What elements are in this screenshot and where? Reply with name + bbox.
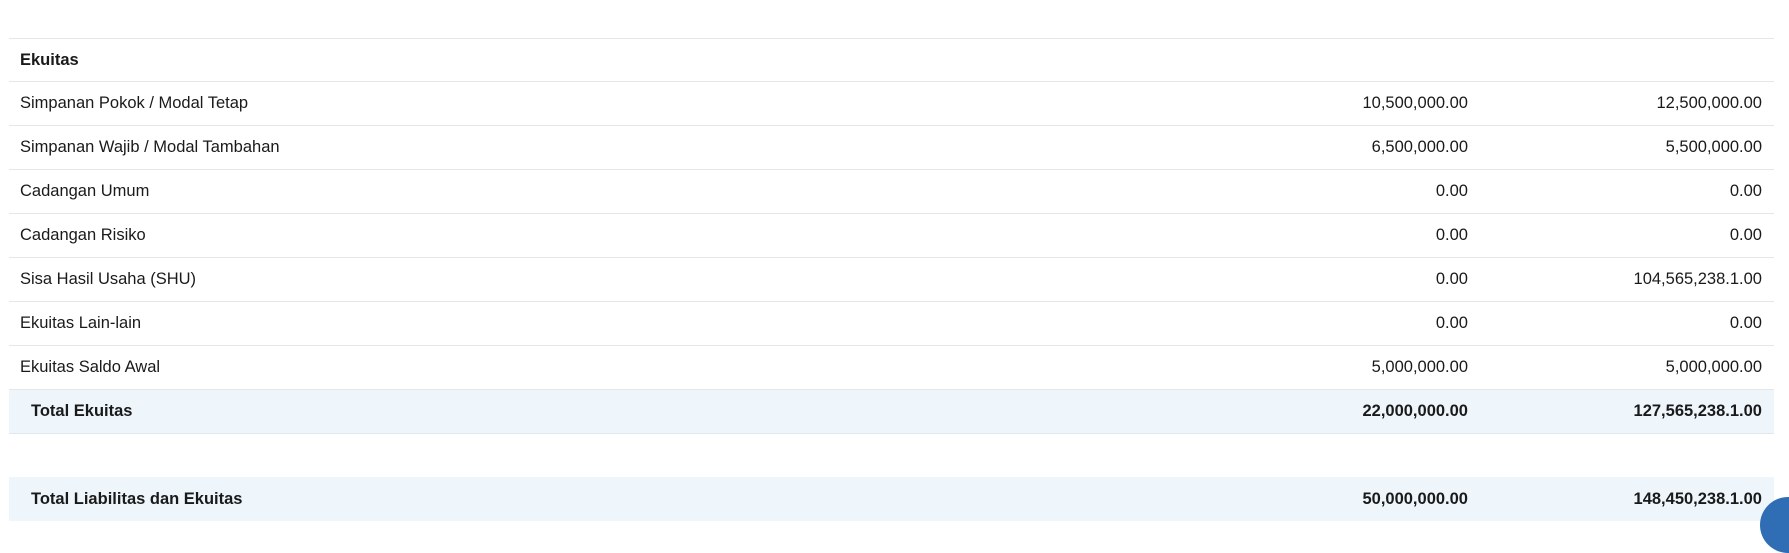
row-label: Sisa Hasil Usaha (SHU) — [20, 270, 197, 288]
row-value-period-a: 0.00 — [1435, 314, 1468, 332]
table-row: Cadangan Risiko 0.00 0.00 — [9, 214, 1774, 258]
table-row: Ekuitas Lain-lain 0.00 0.00 — [9, 302, 1774, 346]
table-row: Simpanan Pokok / Modal Tetap 10,500,000.… — [9, 82, 1774, 126]
row-value-period-a: 0.00 — [1435, 182, 1468, 200]
row-value-period-b: 5,000,000.00 — [1665, 358, 1762, 376]
row-label: Ekuitas Saldo Awal — [20, 358, 161, 376]
total-ekuitas-row: Total Ekuitas 22,000,000.00 127,565,238.… — [9, 390, 1774, 434]
table-row: Ekuitas Saldo Awal 5,000,000.00 5,000,00… — [9, 346, 1774, 390]
row-value-period-b: 0.00 — [1729, 182, 1762, 200]
row-label: Cadangan Umum — [20, 182, 150, 200]
grand-total-label: Total Liabilitas dan Ekuitas — [31, 489, 243, 508]
section-title: Ekuitas — [20, 50, 79, 69]
row-label: Simpanan Wajib / Modal Tambahan — [20, 138, 280, 156]
top-spacer — [9, 0, 1774, 38]
row-label: Cadangan Risiko — [20, 226, 146, 244]
total-ekuitas-label: Total Ekuitas — [31, 402, 133, 420]
row-value-period-b: 12,500,000.00 — [1656, 94, 1762, 112]
table-row: Simpanan Wajib / Modal Tambahan 6,500,00… — [9, 126, 1774, 170]
balance-sheet-equity-table: Ekuitas Simpanan Pokok / Modal Tetap 10,… — [9, 0, 1774, 521]
grand-total-row: Total Liabilitas dan Ekuitas 50,000,000.… — [9, 477, 1774, 521]
row-value-period-a: 6,500,000.00 — [1371, 138, 1468, 156]
row-value-period-b: 104,565,238.1.00 — [1633, 270, 1762, 288]
section-header-row: Ekuitas — [9, 38, 1774, 82]
row-value-period-a: 0.00 — [1435, 270, 1468, 288]
row-value-period-a: 0.00 — [1435, 226, 1468, 244]
row-value-period-b: 0.00 — [1729, 314, 1762, 332]
row-value-period-b: 0.00 — [1729, 226, 1762, 244]
table-row: Cadangan Umum 0.00 0.00 — [9, 170, 1774, 214]
total-ekuitas-value-period-b: 127,565,238.1.00 — [1633, 402, 1762, 420]
grand-total-value-period-a: 50,000,000.00 — [1362, 489, 1468, 508]
row-value-period-a: 5,000,000.00 — [1371, 358, 1468, 376]
row-value-period-b: 5,500,000.00 — [1665, 138, 1762, 156]
row-value-period-a: 10,500,000.00 — [1362, 94, 1468, 112]
row-label: Simpanan Pokok / Modal Tetap — [20, 94, 249, 112]
row-label: Ekuitas Lain-lain — [20, 314, 142, 332]
table-row: Sisa Hasil Usaha (SHU) 0.00 104,565,238.… — [9, 258, 1774, 302]
grand-total-value-period-b: 148,450,238.1.00 — [1633, 489, 1762, 508]
total-ekuitas-value-period-a: 22,000,000.00 — [1362, 402, 1468, 420]
